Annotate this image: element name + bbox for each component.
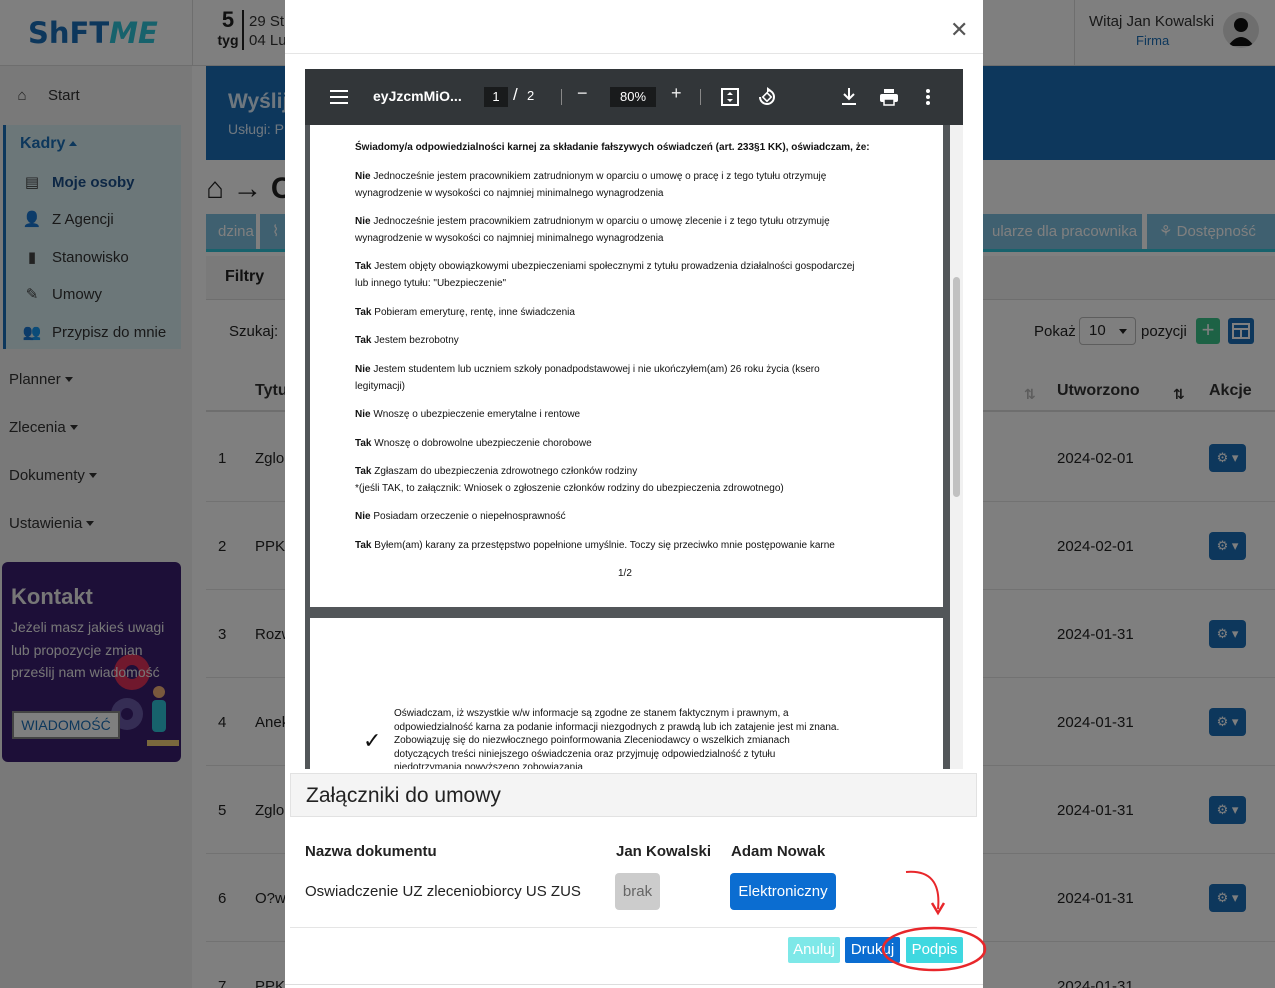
statement-text: *(jeśli TAK, to załącznik: Wniosek o zgł… xyxy=(355,483,784,494)
page-separator: / xyxy=(513,85,518,104)
statement: Tak Pobieram emeryturę, rentę, inne świa… xyxy=(355,304,915,321)
declaration-line: Oświadczam, iż wszystkie w/w informacje … xyxy=(394,708,789,719)
status-none-badge: brak xyxy=(615,873,660,910)
statement-text: Jestem objęty obowiązkowymi ubezpieczeni… xyxy=(374,261,855,272)
attachments-title: Załączniki do umowy xyxy=(306,784,501,807)
more-options-icon[interactable] xyxy=(925,88,931,106)
rotate-icon[interactable] xyxy=(757,87,777,107)
document-heading: Świadomy/a odpowiedzialności karnej za s… xyxy=(355,142,870,153)
divider xyxy=(700,89,701,105)
statement-text: Wnoszę o ubezpieczenie emerytalne i rent… xyxy=(373,409,581,420)
zoom-out-icon[interactable]: − xyxy=(577,83,588,104)
download-icon[interactable] xyxy=(840,87,858,107)
statement: Tak Byłem(am) karany za przestępstwo pop… xyxy=(355,537,915,554)
print-icon[interactable] xyxy=(879,88,899,106)
statement-answer: Tak xyxy=(355,261,372,272)
statement: Tak Wnoszę o dobrowolne ubezpieczenie ch… xyxy=(355,435,915,452)
pdf-page-2: ✓ Oświadczam, iż wszystkie w/w informacj… xyxy=(310,618,943,769)
statement: Nie Posiadam orzeczenie o niepełnosprawn… xyxy=(355,508,915,525)
electronic-signature-button[interactable]: Elektroniczny xyxy=(730,873,836,910)
statement-answer: Tak xyxy=(355,335,372,346)
page-number-input[interactable]: 1 xyxy=(484,87,508,107)
statement-answer: Tak xyxy=(355,438,372,449)
statement-text: Zgłaszam do ubezpieczenia zdrowotnego cz… xyxy=(374,466,638,477)
close-icon[interactable]: ✕ xyxy=(950,17,968,43)
document-name: Oswiadczenie UZ zleceniobiorcy US ZUS xyxy=(305,883,581,900)
statement-text: Posiadam orzeczenie o niepełnosprawność xyxy=(373,511,566,522)
statement: Nie Jestem studentem lub uczniem szkoły … xyxy=(355,361,915,395)
declaration-line: odpowiedzialność karna za podanie inform… xyxy=(394,721,840,733)
divider xyxy=(285,984,983,985)
statement-answer: Nie xyxy=(355,171,371,182)
statement-answer: Tak xyxy=(355,466,372,477)
column-person-2: Adam Nowak xyxy=(731,843,826,860)
menu-icon[interactable] xyxy=(330,89,348,105)
annotation-arrow-icon xyxy=(881,870,987,972)
pdf-toolbar: eyJzcmMiO... 1 / 2 − 80% + xyxy=(305,69,963,125)
statement-text: Jestem studentem lub uczniem szkoły pona… xyxy=(373,364,820,375)
statement-text: Byłem(am) karany za przestępstwo popełni… xyxy=(374,540,835,551)
statement-answer: Nie xyxy=(355,409,371,420)
statement-answer: Nie xyxy=(355,511,371,522)
statement: Tak Jestem objęty obowiązkowymi ubezpiec… xyxy=(355,258,915,292)
statement-answer: Tak xyxy=(355,540,372,551)
page-total: 2 xyxy=(527,88,535,103)
declaration-line: Zobowiązuję się do niezwłocznego poinfor… xyxy=(394,735,790,746)
attachments-header: Załączniki do umowy xyxy=(290,773,977,817)
statement: Tak Jestem bezrobotny xyxy=(355,332,915,349)
statement-answer: Tak xyxy=(355,307,372,318)
statement: Nie Jednocześnie jestem pracownikiem zat… xyxy=(355,213,915,247)
statement-text: Jednocześnie jestem pracownikiem zatrudn… xyxy=(373,171,827,182)
statement: Nie Wnoszę o ubezpieczenie emerytalne i … xyxy=(355,406,915,423)
statement-text: legitymacji) xyxy=(355,381,406,392)
statement-answer: Nie xyxy=(355,216,371,227)
pdf-viewer[interactable]: eyJzcmMiO... 1 / 2 − 80% + Świadomy/a od… xyxy=(305,69,963,769)
statement: Nie Jednocześnie jestem pracownikiem zat… xyxy=(355,168,915,202)
declaration-line: niedotrzymania powyższego zobowiązania xyxy=(394,762,583,769)
statement-text: lub innego tytułu: "Ubezpieczenie" xyxy=(355,278,507,289)
divider xyxy=(561,89,562,105)
pdf-filename: eyJzcmMiO... xyxy=(373,88,462,104)
column-document-name: Nazwa dokumentu xyxy=(305,843,437,860)
checkmark-icon: ✓ xyxy=(363,728,382,753)
declaration-text: Oświadczam, iż wszystkie w/w informacje … xyxy=(394,707,924,769)
zoom-in-icon[interactable]: + xyxy=(671,83,682,104)
statement: Tak Zgłaszam do ubezpieczenia zdrowotneg… xyxy=(355,463,915,497)
divider xyxy=(290,927,977,928)
declaration-line: dotyczących treści niniejszego oświadcze… xyxy=(394,748,776,760)
statement-text: Jednocześnie jestem pracownikiem zatrudn… xyxy=(373,216,830,227)
zoom-level-input[interactable]: 80% xyxy=(610,87,656,107)
page-footer: 1/2 xyxy=(618,568,632,579)
cancel-button[interactable]: Anuluj xyxy=(788,937,840,963)
divider xyxy=(285,53,983,54)
pdf-page-1: Świadomy/a odpowiedzialności karnej za s… xyxy=(310,125,943,607)
statement-text: Jestem bezrobotny xyxy=(374,335,459,346)
fit-page-icon[interactable] xyxy=(721,88,739,106)
column-person-1: Jan Kowalski xyxy=(616,843,712,860)
statement-answer: Nie xyxy=(355,364,371,375)
statement-text: wynagrodzenie w wysokości co najmniej mi… xyxy=(355,233,664,244)
pdf-scrollbar-thumb[interactable] xyxy=(953,277,960,497)
statement-text: Pobieram emeryturę, rentę, inne świadcze… xyxy=(374,307,575,318)
statement-text: Wnoszę o dobrowolne ubezpieczenie chorob… xyxy=(374,438,592,449)
statement-text: wynagrodzenie w wysokości co najmniej mi… xyxy=(355,188,664,199)
